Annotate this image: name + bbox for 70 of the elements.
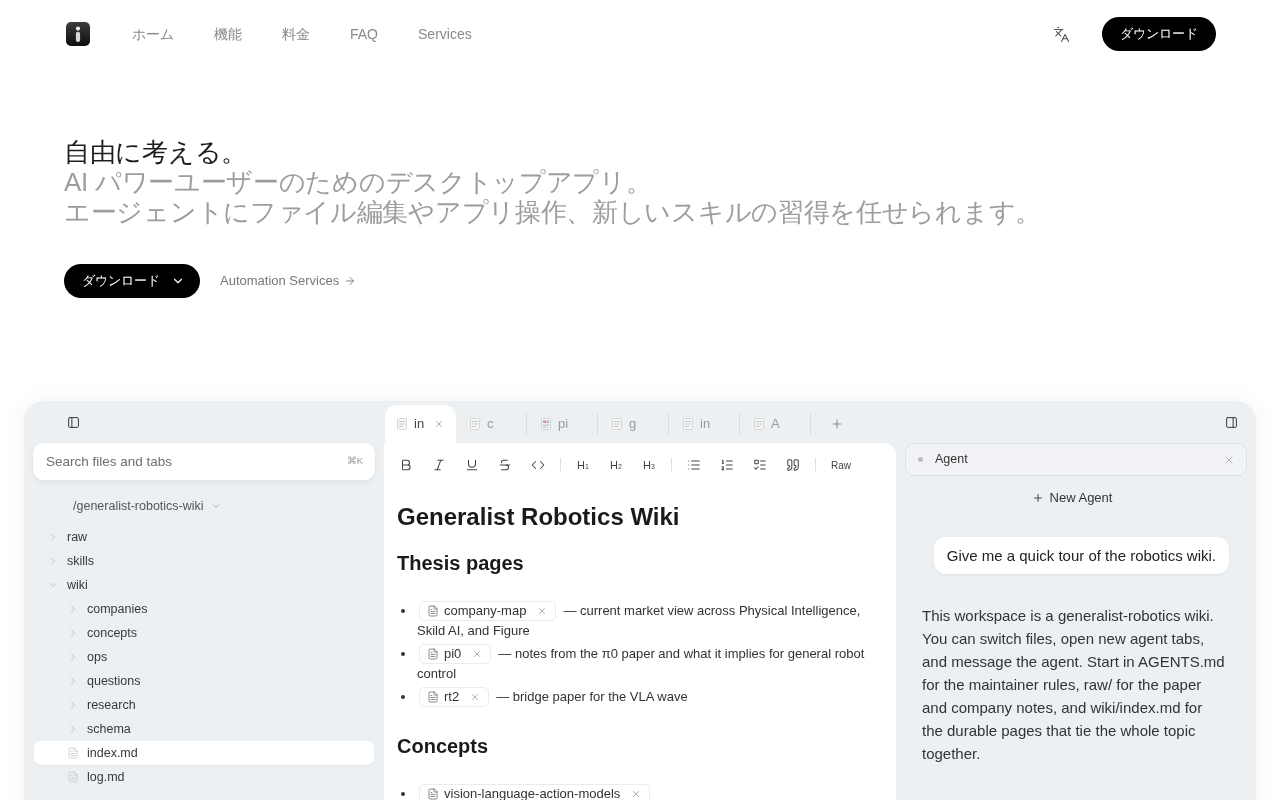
section-heading: Concepts — [397, 734, 489, 759]
folder-item[interactable]: companies — [34, 597, 374, 621]
folder-item[interactable]: skills — [34, 549, 374, 573]
document-icon — [427, 691, 439, 703]
folder-item[interactable]: raw — [34, 525, 374, 549]
bullet-icon — [401, 652, 405, 656]
page-link-chip[interactable]: company-map — [419, 601, 557, 621]
bullet-icon — [401, 695, 405, 699]
code-icon[interactable] — [531, 458, 545, 472]
checklist-icon[interactable] — [753, 458, 767, 472]
numbered-list-icon[interactable] — [720, 458, 734, 472]
hero-subtitle: エージェントにファイル編集やアプリ操作、新しいスキルの習得を任せられます。 — [64, 197, 1041, 227]
translate-icon[interactable] — [1053, 25, 1070, 43]
hero-title: 自由に考える。 — [64, 137, 247, 167]
logo-icon[interactable] — [66, 22, 90, 46]
document-icon — [612, 418, 622, 430]
file-item[interactable]: index.md — [34, 741, 374, 765]
document-title: Generalist Robotics Wiki — [397, 502, 680, 532]
document-icon — [427, 605, 439, 617]
folder-item[interactable]: research — [34, 693, 374, 717]
folder-item[interactable]: schema — [34, 717, 374, 741]
folder-item[interactable]: wiki — [34, 573, 374, 597]
strikethrough-icon[interactable] — [498, 458, 512, 472]
assistant-message: This workspace is a generalist-robotics wiki. You can switch files, open new agent tabs, and message the agent. Start in AGENTS.md for the maintainer rules, raw/ for the paper and company notes, and wiki/index.md for the durable pages that tie the whole topic together. — [922, 606, 1226, 764]
services-link[interactable]: Automation Services — [220, 271, 357, 291]
document-icon — [427, 788, 439, 800]
page-link-chip[interactable]: pi0 — [419, 644, 492, 664]
list-item-text: rt2 — bridge paper for the VLA wave — [417, 687, 698, 707]
pdf-thumbnail-icon — [541, 418, 551, 430]
raw-button[interactable]: Raw — [825, 452, 857, 478]
bold-icon[interactable] — [399, 458, 413, 472]
chevron-down-icon — [210, 501, 221, 511]
nav-link[interactable]: Services — [418, 23, 472, 45]
download-button[interactable]: ダウンロード — [1102, 17, 1216, 51]
arrow-right-icon — [344, 275, 357, 287]
file-icon — [67, 747, 79, 759]
sidebar-toggle-icon[interactable] — [67, 415, 80, 429]
bullet-icon — [401, 609, 405, 613]
hero-subtitle: AI パワーユーザーのためのデスクトップアプリ。 — [64, 167, 652, 197]
plus-icon — [1031, 492, 1044, 504]
panel-toggle-icon[interactable] — [1225, 415, 1238, 429]
nav-link[interactable]: FAQ — [350, 23, 378, 45]
page-link-chip[interactable]: rt2 — [419, 687, 490, 707]
file-tab[interactable]: in — [385, 405, 456, 443]
new-agent-button[interactable]: New Agent — [1031, 488, 1113, 508]
document-icon — [470, 418, 480, 430]
section-heading: Thesis pages — [397, 551, 524, 576]
file-item[interactable]: log.md — [34, 765, 374, 789]
nav-link[interactable]: 料金 — [282, 23, 310, 45]
shortcut-label: ⌘K — [346, 455, 363, 467]
bullet-icon — [401, 792, 405, 796]
folder-item[interactable]: ops — [34, 645, 374, 669]
folder-item[interactable]: questions — [34, 669, 374, 693]
nav-link[interactable]: 機能 — [214, 23, 242, 45]
italic-icon[interactable] — [432, 458, 446, 472]
file-icon — [67, 771, 79, 783]
quote-icon[interactable] — [786, 458, 800, 472]
agent-tab[interactable]: Agent — [905, 443, 1247, 476]
nav-link[interactable]: ホーム — [132, 23, 174, 45]
underline-icon[interactable] — [465, 458, 479, 472]
download-button[interactable]: ダウンロード — [64, 264, 200, 298]
document-icon — [397, 418, 407, 430]
workspace-selector[interactable]: /generalist-robotics-wiki — [73, 496, 221, 516]
document-icon — [683, 418, 693, 430]
document-icon — [427, 648, 439, 660]
folder-item[interactable]: concepts — [34, 621, 374, 645]
document-icon — [754, 418, 764, 430]
page-link-chip[interactable]: vision-language-action-models — [419, 784, 651, 800]
bullet-list-icon[interactable] — [687, 458, 701, 472]
user-message: Give me a quick tour of the robotics wiki. — [933, 537, 1229, 574]
